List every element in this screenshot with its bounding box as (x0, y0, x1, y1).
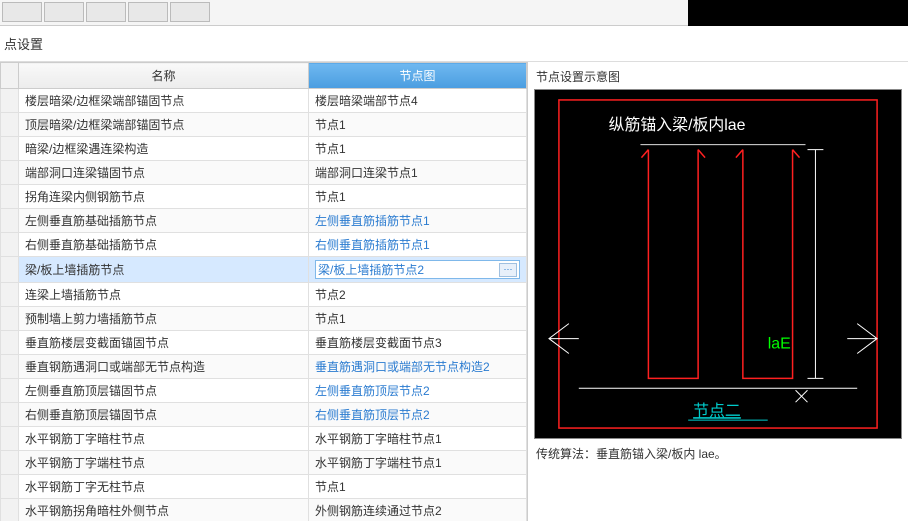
row-index (1, 137, 19, 161)
row-joint-cell[interactable]: 端部洞口连梁节点1 (309, 161, 527, 185)
row-index (1, 233, 19, 257)
table-row[interactable]: 右侧垂直筋基础插筋节点右侧垂直筋插筋节点1 (1, 233, 527, 257)
row-name[interactable]: 水平钢筋拐角暗柱外侧节点 (19, 499, 309, 521)
row-name[interactable]: 端部洞口连梁锚固节点 (19, 161, 309, 185)
toolbar-dark-area (688, 0, 908, 26)
row-index (1, 355, 19, 379)
row-index (1, 451, 19, 475)
table-row[interactable]: 暗梁/边框梁遇连梁构造节点1 (1, 137, 527, 161)
table-row[interactable]: 梁/板上墙插筋节点梁/板上墙插筋节点2 ⋯ (1, 257, 527, 283)
row-index (1, 499, 19, 521)
table-row[interactable]: 拐角连梁内侧钢筋节点节点1 (1, 185, 527, 209)
row-index (1, 379, 19, 403)
row-index (1, 89, 19, 113)
row-joint-cell[interactable]: 外侧钢筋连续通过节点2 (309, 499, 527, 521)
table-row[interactable]: 连梁上墙插筋节点节点2 (1, 283, 527, 307)
row-index (1, 427, 19, 451)
row-joint-cell[interactable]: 右侧垂直筋插筋节点1 (309, 233, 527, 257)
row-index (1, 283, 19, 307)
browse-button[interactable]: ⋯ (499, 263, 517, 277)
row-name[interactable]: 水平钢筋丁字无柱节点 (19, 475, 309, 499)
row-name[interactable]: 楼层暗梁/边框梁端部锚固节点 (19, 89, 309, 113)
table-row[interactable]: 水平钢筋丁字暗柱节点水平钢筋丁字暗柱节点1 (1, 427, 527, 451)
row-name[interactable]: 拐角连梁内侧钢筋节点 (19, 185, 309, 209)
table-row[interactable]: 垂直钢筋遇洞口或端部无节点构造垂直筋遇洞口或端部无节点构造2 (1, 355, 527, 379)
top-toolbar (0, 0, 908, 26)
row-joint-cell[interactable]: 节点2 (309, 283, 527, 307)
table-row[interactable]: 水平钢筋丁字端柱节点水平钢筋丁字端柱节点1 (1, 451, 527, 475)
toolbar-seg[interactable] (2, 2, 42, 22)
row-index (1, 307, 19, 331)
row-joint-cell[interactable]: 垂直筋楼层变截面节点3 (309, 331, 527, 355)
row-name[interactable]: 预制墙上剪力墙插筋节点 (19, 307, 309, 331)
row-joint-cell[interactable]: 左侧垂直筋插筋节点1 (309, 209, 527, 233)
row-joint-cell[interactable]: 节点1 (309, 185, 527, 209)
row-joint-cell[interactable]: 节点1 (309, 137, 527, 161)
table-row[interactable]: 左侧垂直筋顶层锚固节点左侧垂直筋顶层节点2 (1, 379, 527, 403)
row-index (1, 475, 19, 499)
row-name[interactable]: 梁/板上墙插筋节点 (19, 257, 309, 283)
dialog-title: 点设置 (0, 26, 908, 62)
row-name[interactable]: 暗梁/边框梁遇连梁构造 (19, 137, 309, 161)
table-row[interactable]: 端部洞口连梁锚固节点端部洞口连梁节点1 (1, 161, 527, 185)
col-name[interactable]: 名称 (19, 63, 309, 89)
row-index (1, 185, 19, 209)
row-name[interactable]: 水平钢筋丁字暗柱节点 (19, 427, 309, 451)
toolbar-seg[interactable] (86, 2, 126, 22)
row-index (1, 257, 19, 283)
toolbar-seg[interactable] (170, 2, 210, 22)
table-row[interactable]: 顶层暗梁/边框梁端部锚固节点节点1 (1, 113, 527, 137)
table-row[interactable]: 垂直筋楼层变截面锚固节点垂直筋楼层变截面节点3 (1, 331, 527, 355)
joint-input[interactable]: 梁/板上墙插筋节点2 ⋯ (315, 260, 520, 279)
row-joint-cell[interactable]: 垂直筋遇洞口或端部无节点构造2 (309, 355, 527, 379)
row-joint-cell[interactable]: 水平钢筋丁字暗柱节点1 (309, 427, 527, 451)
row-name[interactable]: 垂直筋楼层变截面锚固节点 (19, 331, 309, 355)
algorithm-description: 传统算法：垂直筋锚入梁/板内 lae。 (534, 439, 902, 468)
row-index (1, 331, 19, 355)
row-joint-cell[interactable]: 右侧垂直筋顶层节点2 (309, 403, 527, 427)
row-name[interactable]: 垂直钢筋遇洞口或端部无节点构造 (19, 355, 309, 379)
diagram-bottom-label: 节点二 (693, 402, 741, 420)
table-row[interactable]: 水平钢筋拐角暗柱外侧节点外侧钢筋连续通过节点2 (1, 499, 527, 521)
row-joint-cell[interactable]: 节点1 (309, 113, 527, 137)
row-name[interactable]: 水平钢筋丁字端柱节点 (19, 451, 309, 475)
row-name[interactable]: 右侧垂直筋顶层锚固节点 (19, 403, 309, 427)
col-joint[interactable]: 节点图 (309, 63, 527, 89)
row-name[interactable]: 右侧垂直筋基础插筋节点 (19, 233, 309, 257)
table-row[interactable]: 左侧垂直筋基础插筋节点左侧垂直筋插筋节点1 (1, 209, 527, 233)
table-row[interactable]: 预制墙上剪力墙插筋节点节点1 (1, 307, 527, 331)
joint-value: 梁/板上墙插筋节点2 (318, 261, 424, 278)
row-joint-cell[interactable]: 梁/板上墙插筋节点2 ⋯ (309, 257, 527, 283)
row-name[interactable]: 顶层暗梁/边框梁端部锚固节点 (19, 113, 309, 137)
row-index (1, 113, 19, 137)
row-name[interactable]: 左侧垂直筋顶层锚固节点 (19, 379, 309, 403)
row-joint-cell[interactable]: 楼层暗梁端部节点4 (309, 89, 527, 113)
settings-table: 名称 节点图 楼层暗梁/边框梁端部锚固节点楼层暗梁端部节点4顶层暗梁/边框梁端部… (0, 62, 527, 521)
preview-title: 节点设置示意图 (534, 66, 902, 89)
joint-diagram: 纵筋锚入梁/板内lae laE (534, 89, 902, 439)
row-index (1, 209, 19, 233)
row-index (1, 403, 19, 427)
row-name[interactable]: 连梁上墙插筋节点 (19, 283, 309, 307)
row-joint-cell[interactable]: 节点1 (309, 475, 527, 499)
toolbar-seg[interactable] (128, 2, 168, 22)
row-joint-cell[interactable]: 左侧垂直筋顶层节点2 (309, 379, 527, 403)
table-row[interactable]: 右侧垂直筋顶层锚固节点右侧垂直筋顶层节点2 (1, 403, 527, 427)
table-row[interactable]: 水平钢筋丁字无柱节点节点1 (1, 475, 527, 499)
preview-pane: 节点设置示意图 纵筋锚入梁/板内lae laE (528, 62, 908, 521)
row-joint-cell[interactable]: 水平钢筋丁字端柱节点1 (309, 451, 527, 475)
col-index (1, 63, 19, 89)
row-index (1, 161, 19, 185)
settings-table-pane: 名称 节点图 楼层暗梁/边框梁端部锚固节点楼层暗梁端部节点4顶层暗梁/边框梁端部… (0, 62, 528, 521)
row-joint-cell[interactable]: 节点1 (309, 307, 527, 331)
row-name[interactable]: 左侧垂直筋基础插筋节点 (19, 209, 309, 233)
diagram-lae-label: laE (768, 336, 791, 353)
toolbar-seg[interactable] (44, 2, 84, 22)
diagram-top-label: 纵筋锚入梁/板内lae (609, 116, 746, 134)
table-row[interactable]: 楼层暗梁/边框梁端部锚固节点楼层暗梁端部节点4 (1, 89, 527, 113)
